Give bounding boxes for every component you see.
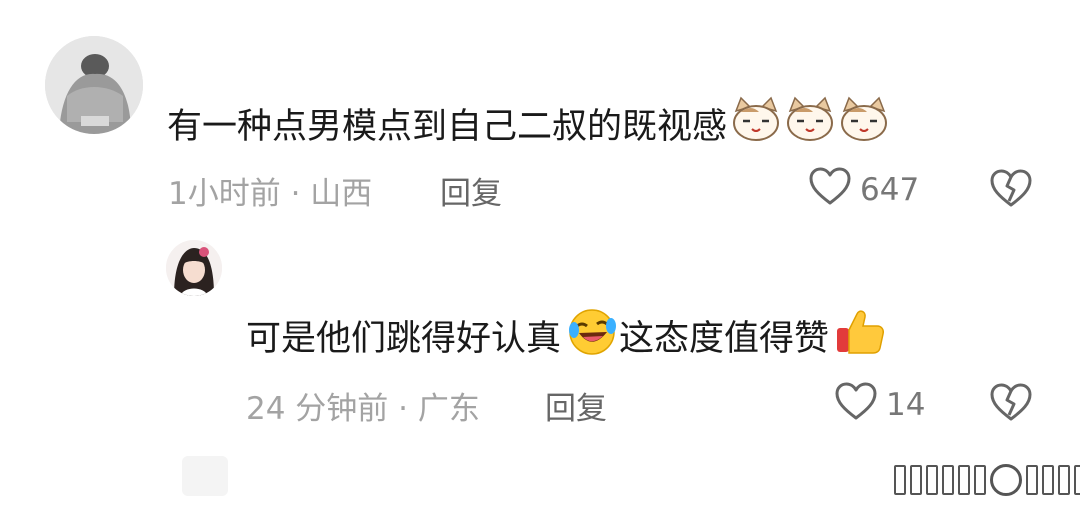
reply-button[interactable]: 回复 <box>440 168 502 213</box>
comment-text: 有一种点男模点到自己二叔的既视感 <box>167 96 889 151</box>
like-button[interactable]: 14 <box>834 381 925 429</box>
heart-outline-icon <box>834 381 878 429</box>
comment-body: 有一种点男模点到自己二叔的既视感 <box>167 106 728 147</box>
watermark-bar <box>942 465 954 495</box>
watermark-bar <box>926 465 938 495</box>
cat-face-emoji <box>731 96 781 151</box>
rolling-laugh-emoji <box>565 306 619 365</box>
dislike-button[interactable] <box>989 168 1033 212</box>
reply-comment-meta: 24 分钟前 · 广东 <box>246 391 480 427</box>
dislike-button[interactable] <box>989 382 1033 426</box>
watermark-bar <box>894 465 906 495</box>
cat-face-emoji <box>839 96 889 151</box>
reply-body-part1: 可是他们跳得好认真 <box>246 318 562 359</box>
watermark-bar <box>1058 465 1070 495</box>
reply-body-part2: 这态度值得赞 <box>619 318 830 359</box>
watermark-logo <box>894 464 1080 496</box>
next-comment-avatar[interactable] <box>182 456 228 496</box>
broken-heart-icon <box>989 383 1033 426</box>
watermark-bar <box>1074 465 1080 495</box>
comment-meta: 1小时前 · 山西 <box>168 176 373 212</box>
watermark-bar <box>1042 465 1054 495</box>
broken-heart-icon <box>989 169 1033 212</box>
heart-outline-icon <box>808 166 852 214</box>
cat-face-emoji <box>785 96 835 151</box>
like-button[interactable]: 647 <box>808 166 919 214</box>
thumbs-up-emoji <box>833 306 887 365</box>
reply-comment-text: 可是他们跳得好认真 这态度值得赞 <box>246 308 887 360</box>
watermark-bar <box>974 465 986 495</box>
watermark-bar <box>910 465 922 495</box>
user-avatar[interactable] <box>45 36 143 134</box>
reply-button[interactable]: 回复 <box>545 383 607 428</box>
like-count: 14 <box>886 387 926 423</box>
reply-user-avatar[interactable] <box>166 240 222 296</box>
watermark-circle <box>990 464 1022 496</box>
watermark-bar <box>958 465 970 495</box>
like-count: 647 <box>860 172 920 208</box>
watermark-bar <box>1026 465 1038 495</box>
